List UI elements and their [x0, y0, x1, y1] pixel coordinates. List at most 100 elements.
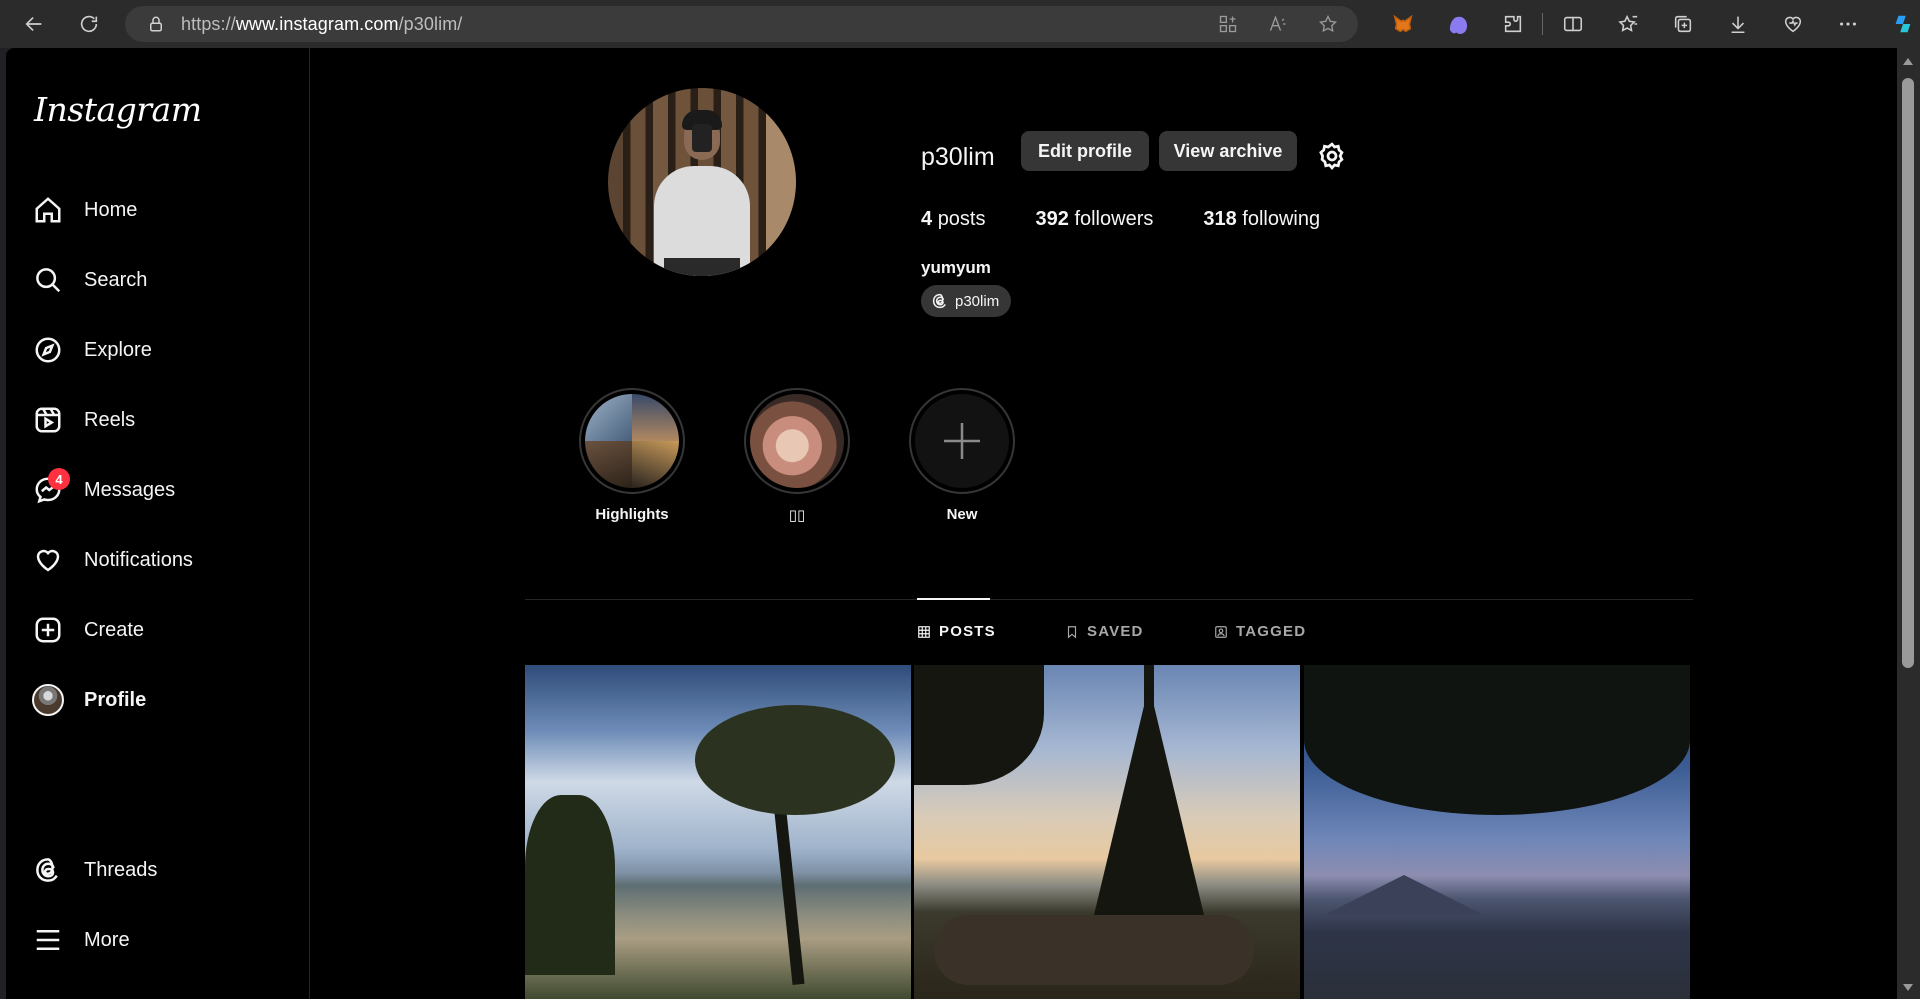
nav-label: Home	[84, 198, 138, 221]
nav-label: Search	[84, 268, 148, 291]
fallen-log	[934, 915, 1254, 985]
menu-icon	[30, 922, 66, 958]
scroll-down-arrow-icon[interactable]	[1903, 984, 1913, 991]
followers-count[interactable]: 392 followers	[1036, 208, 1154, 231]
more-menu-icon[interactable]	[1820, 0, 1875, 48]
compass-icon	[30, 332, 66, 368]
view-archive-button[interactable]: View archive	[1159, 131, 1297, 171]
nav-label: Notifications	[84, 548, 193, 571]
cover-quadrant	[632, 394, 679, 441]
nav-label: Messages	[84, 478, 176, 501]
bookmark-icon	[1067, 625, 1077, 638]
nav-search[interactable]: Search	[30, 252, 290, 308]
nav-create[interactable]: Create	[30, 602, 290, 658]
profile-full-name: yumyum	[921, 258, 991, 277]
tab-label: POSTS	[939, 623, 996, 640]
threads-handle: p30lim	[955, 292, 1000, 310]
nav-label: Profile	[84, 688, 147, 711]
new-highlight-button[interactable]: New	[907, 388, 1017, 523]
palm-fronds	[695, 705, 895, 815]
reels-icon	[30, 402, 66, 438]
highlight-ring	[909, 388, 1015, 494]
top-left-foliage	[914, 665, 1044, 785]
collections-icon[interactable]	[1655, 0, 1710, 48]
highlight-ring	[579, 388, 685, 494]
tab-tagged[interactable]: TAGGED	[1214, 623, 1306, 640]
app-available-icon[interactable]	[1218, 14, 1238, 34]
extensions-icon[interactable]	[1485, 0, 1540, 48]
posts-count[interactable]: 4 posts	[921, 208, 986, 231]
nav-label: Reels	[84, 408, 136, 431]
nav-explore[interactable]: Explore	[30, 322, 290, 378]
distant-mountain	[1324, 875, 1484, 915]
favorite-star-icon[interactable]	[1318, 14, 1338, 34]
browser-toolbar: https://www.instagram.com/p30lim/	[0, 0, 1920, 48]
back-button[interactable]	[14, 4, 54, 44]
split-screen-icon[interactable]	[1545, 0, 1600, 48]
highlight-cover	[750, 394, 844, 488]
active-tab-indicator	[917, 598, 990, 600]
search-icon	[30, 262, 66, 298]
read-aloud-icon[interactable]	[1268, 14, 1288, 34]
back-arrow-icon	[25, 16, 42, 32]
cover-quadrant	[585, 394, 632, 441]
instagram-logo[interactable]: Instagram	[34, 90, 202, 129]
nav-profile[interactable]: Profile	[30, 672, 290, 728]
tab-posts[interactable]: POSTS	[917, 623, 996, 640]
tree-canopy	[1304, 665, 1690, 815]
url-text: https://www.instagram.com/p30lim/	[181, 13, 463, 34]
nav-messages[interactable]: 4 Messages	[30, 462, 290, 518]
post-thumbnail[interactable]	[1304, 665, 1690, 999]
nav-label: More	[84, 928, 130, 951]
ghost-extension-icon[interactable]	[1430, 0, 1485, 48]
threads-profile-link[interactable]: p30lim	[921, 285, 1012, 317]
instagram-page: Instagram Home Search Explore Reels 4 Me…	[6, 48, 1897, 999]
highlight-ring	[744, 388, 850, 494]
threads-icon	[30, 852, 66, 888]
threads-icon	[932, 293, 946, 309]
metamask-extension-icon[interactable]	[1375, 0, 1430, 48]
edit-profile-button[interactable]: Edit profile	[1021, 131, 1149, 171]
favorites-icon[interactable]	[1600, 0, 1655, 48]
highlight-label: New	[946, 506, 978, 523]
nav-home[interactable]: Home	[30, 182, 290, 238]
tab-saved[interactable]: SAVED	[1065, 623, 1144, 640]
tabs-divider	[525, 599, 1693, 600]
page-scrollbar[interactable]	[1897, 48, 1920, 999]
grid-icon	[918, 625, 930, 638]
browser-essentials-icon[interactable]	[1765, 0, 1820, 48]
settings-gear-icon[interactable]	[1317, 141, 1347, 171]
toolbar-divider	[1542, 13, 1543, 35]
home-icon	[30, 192, 66, 228]
nav-notifications[interactable]: Notifications	[30, 532, 290, 588]
profile-avatar[interactable]	[608, 88, 796, 276]
post-thumbnail[interactable]	[914, 665, 1300, 999]
sidebar: Instagram Home Search Explore Reels 4 Me…	[6, 48, 310, 999]
scroll-up-arrow-icon[interactable]	[1903, 58, 1913, 65]
highlight-item[interactable]: Highlights	[577, 388, 687, 523]
highlight-label: Highlights	[595, 506, 669, 523]
scrollbar-thumb[interactable]	[1902, 78, 1914, 668]
nav-threads[interactable]: Threads	[30, 842, 290, 898]
nav-label: Explore	[84, 338, 152, 361]
address-bar[interactable]: https://www.instagram.com/p30lim/	[125, 6, 1358, 42]
nav-label: Create	[84, 618, 145, 641]
refresh-button[interactable]	[69, 4, 109, 44]
messages-badge: 4	[48, 468, 70, 490]
avatar-figure-legs	[664, 258, 740, 276]
messenger-icon: 4	[30, 468, 70, 508]
plus-square-icon	[30, 612, 66, 648]
nav-reels[interactable]: Reels	[30, 392, 290, 448]
highlight-label: ▯▯	[788, 507, 806, 524]
copilot-icon[interactable]	[1875, 0, 1920, 48]
post-thumbnail[interactable]	[525, 665, 911, 999]
avatar	[32, 684, 64, 716]
highlight-item[interactable]: ▯▯	[742, 388, 852, 524]
highlight-cover	[585, 394, 679, 488]
cover-quadrant	[585, 441, 632, 488]
left-bush	[525, 795, 615, 975]
following-count[interactable]: 318 following	[1203, 208, 1320, 231]
downloads-icon[interactable]	[1710, 0, 1765, 48]
nav-more[interactable]: More	[30, 912, 290, 968]
refresh-icon	[80, 15, 98, 33]
